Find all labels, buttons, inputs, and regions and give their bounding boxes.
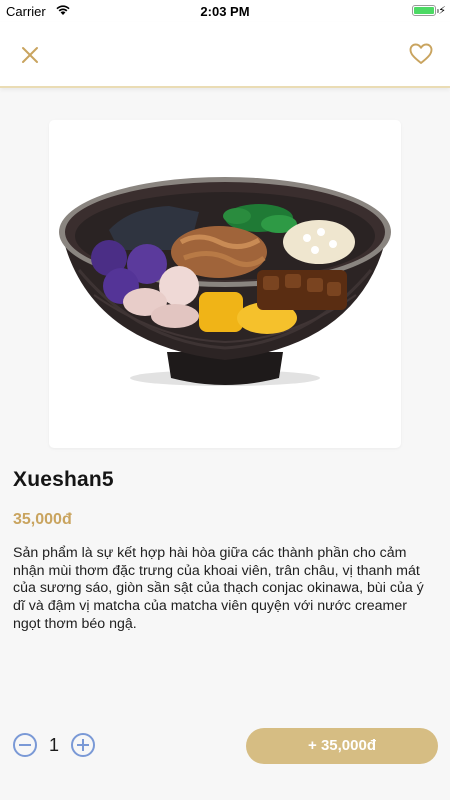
add-to-cart-button[interactable]: + 35,000đ bbox=[246, 728, 438, 764]
status-time: 2:03 PM bbox=[200, 4, 250, 19]
quantity-value: 1 bbox=[48, 735, 59, 755]
product-price: 35,000đ bbox=[13, 511, 72, 528]
nav-bar bbox=[0, 22, 450, 88]
close-icon[interactable] bbox=[17, 42, 43, 68]
plus-circle-icon[interactable] bbox=[71, 733, 95, 757]
product-image-card bbox=[49, 120, 401, 448]
product-name: Xueshan5 bbox=[13, 468, 114, 491]
minus-circle-icon[interactable] bbox=[13, 733, 37, 757]
battery-icon bbox=[412, 5, 439, 16]
charging-icon: ⚡ bbox=[438, 5, 446, 17]
status-bar: Carrier 2:03 PM ⚡ bbox=[0, 0, 450, 22]
battery-level bbox=[414, 7, 434, 14]
product-description: Sản phẩm là sự kết hợp hài hòa giữa các … bbox=[13, 545, 424, 632]
heart-icon[interactable] bbox=[408, 41, 434, 67]
bowl-dessert-image bbox=[59, 177, 391, 386]
